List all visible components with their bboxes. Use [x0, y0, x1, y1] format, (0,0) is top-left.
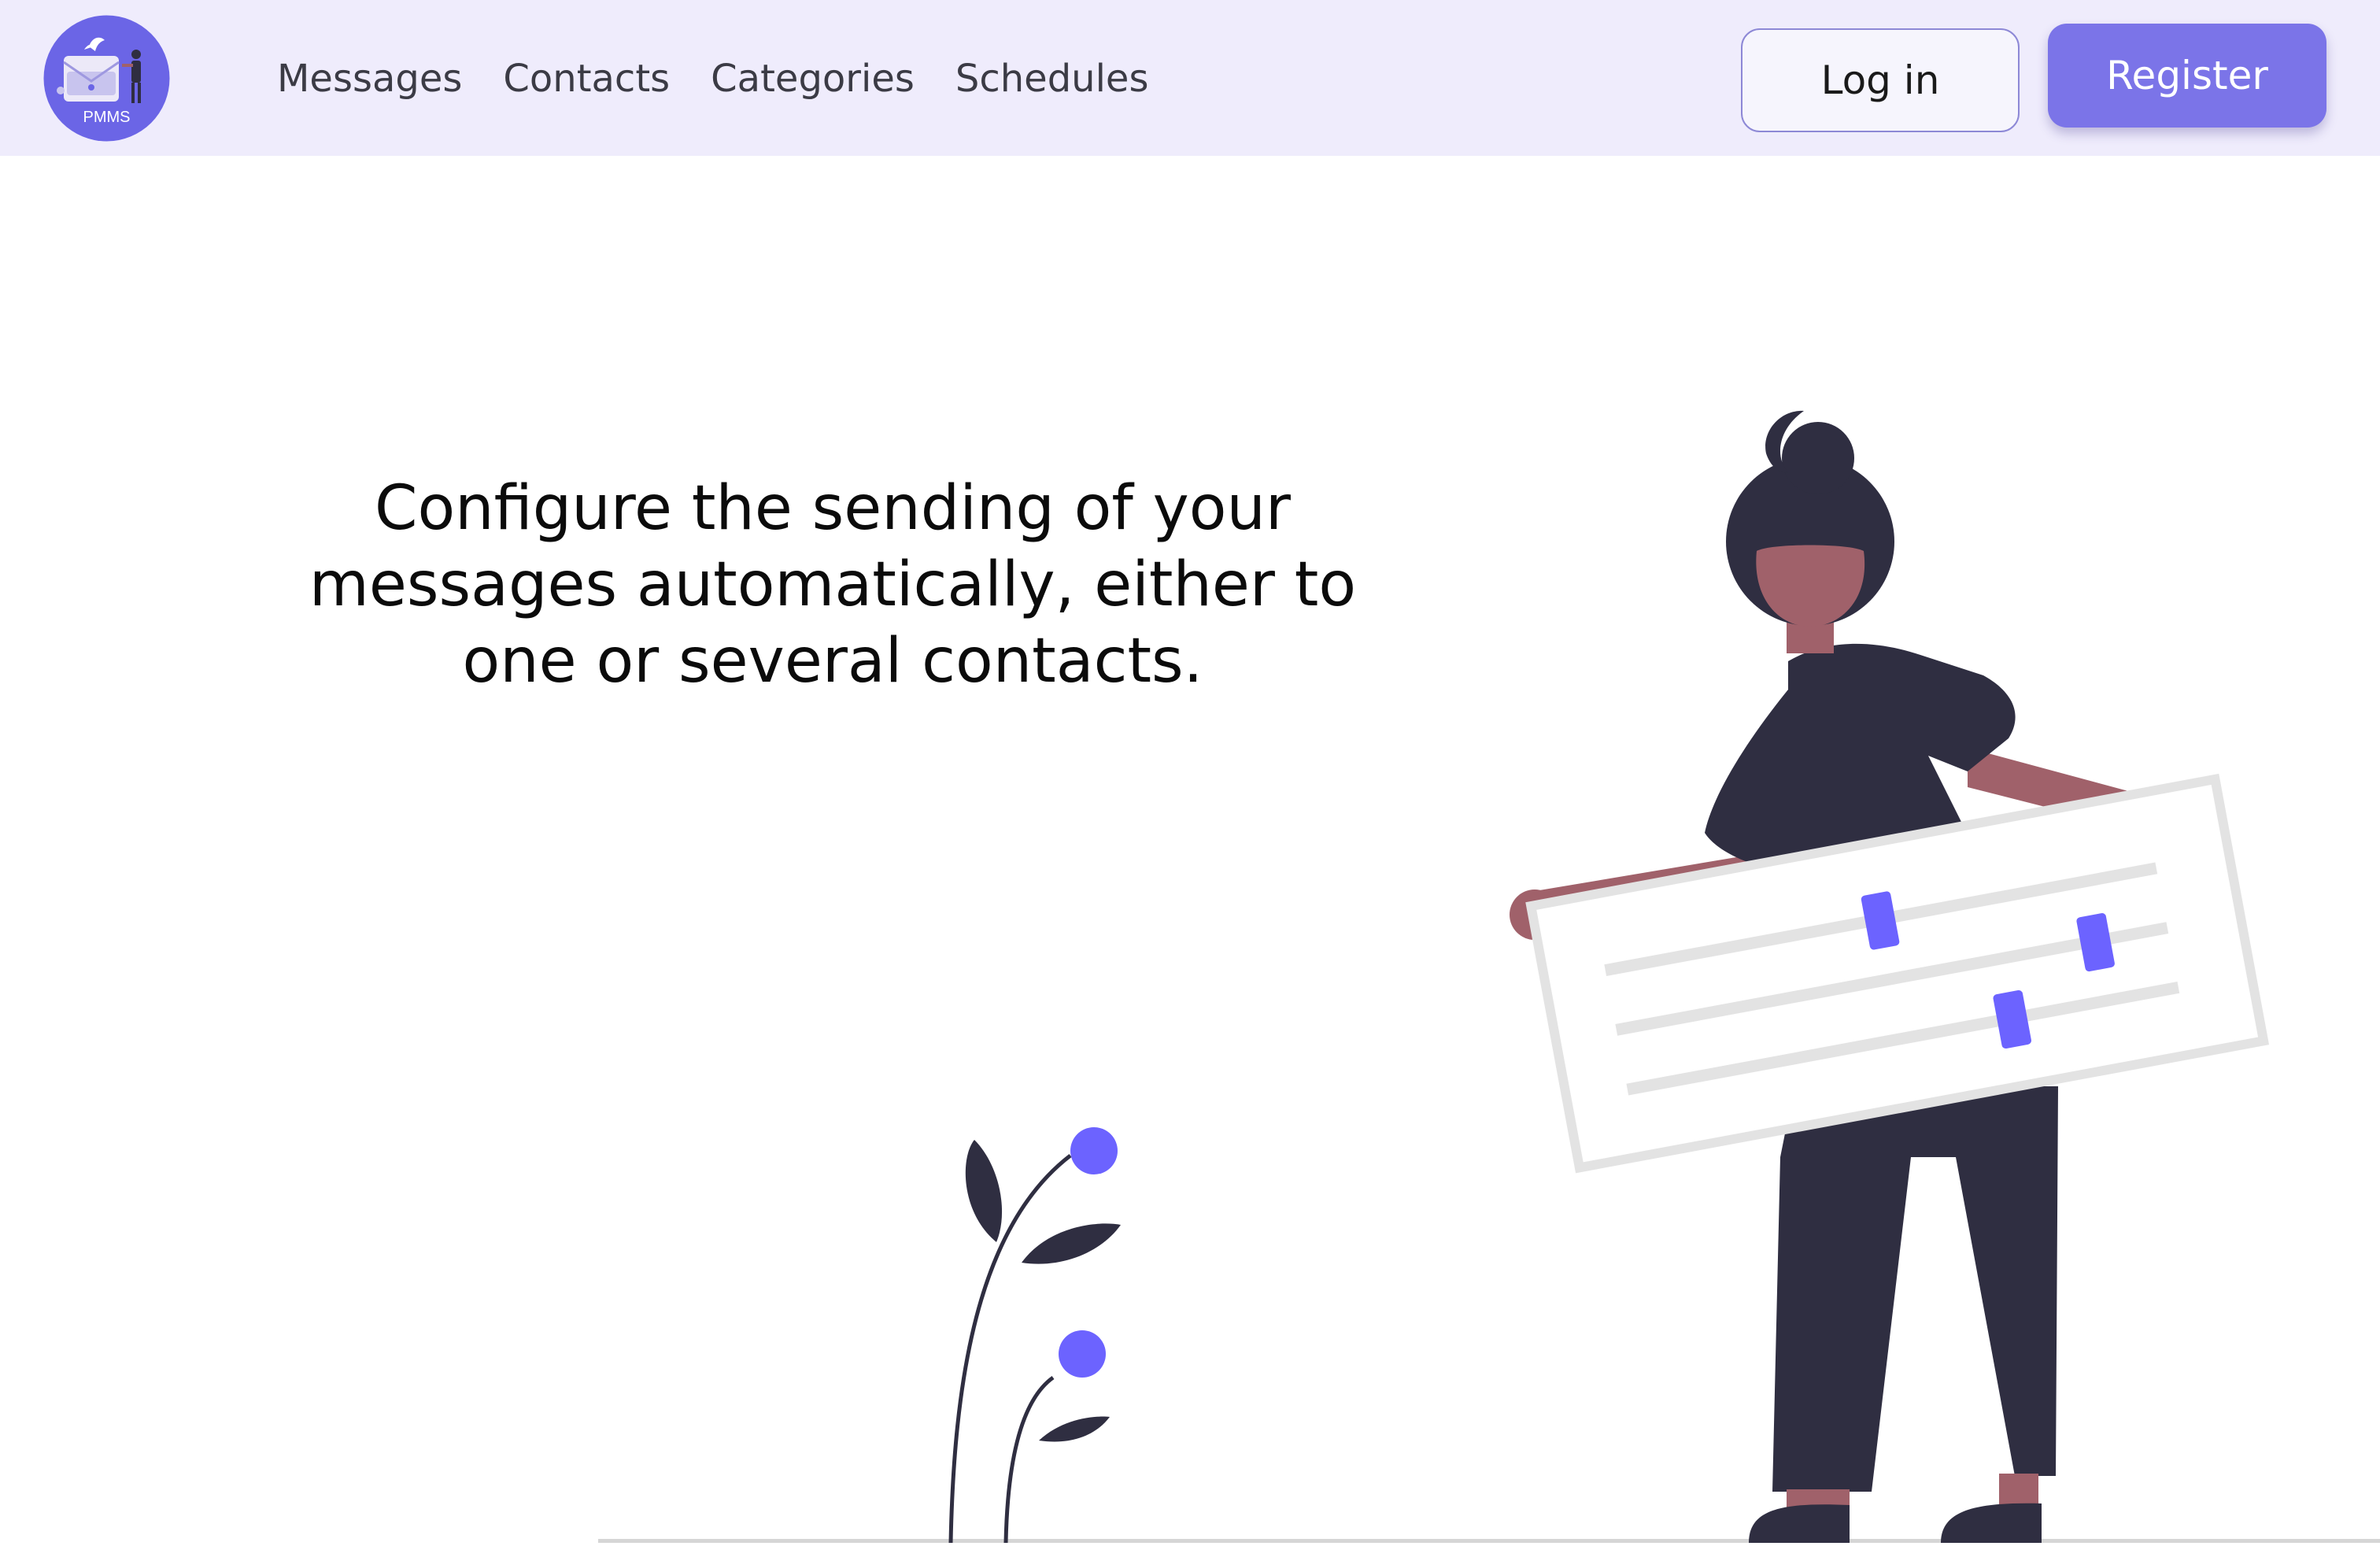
nav-messages[interactable]: Messages [277, 57, 462, 101]
logo-icon[interactable]: PMMS [43, 15, 170, 142]
woman-illustration [1510, 410, 2224, 1543]
slider-knob-1 [1861, 891, 1900, 950]
nav-categories[interactable]: Categories [711, 57, 915, 101]
slider-panel-illustration [1525, 773, 2270, 1174]
nav-contacts[interactable]: Contacts [503, 57, 670, 101]
ground-line [598, 1539, 2380, 1543]
slider-knob-2 [2076, 913, 2115, 972]
main-nav: Messages Contacts Categories Schedules [277, 52, 1189, 105]
plant-illustration [948, 1127, 1121, 1544]
hero-illustration [598, 410, 2380, 1544]
register-button[interactable]: Register [2048, 24, 2326, 128]
logo-label: PMMS [83, 109, 131, 126]
login-button[interactable]: Log in [1741, 28, 2020, 132]
nav-schedules[interactable]: Schedules [955, 57, 1149, 101]
slider-knob-3 [1993, 989, 2031, 1049]
top-navbar: PMMS Messages Contacts Categories Schedu… [0, 0, 2380, 156]
hero-text: Configure the sending of your messages a… [309, 473, 1357, 697]
